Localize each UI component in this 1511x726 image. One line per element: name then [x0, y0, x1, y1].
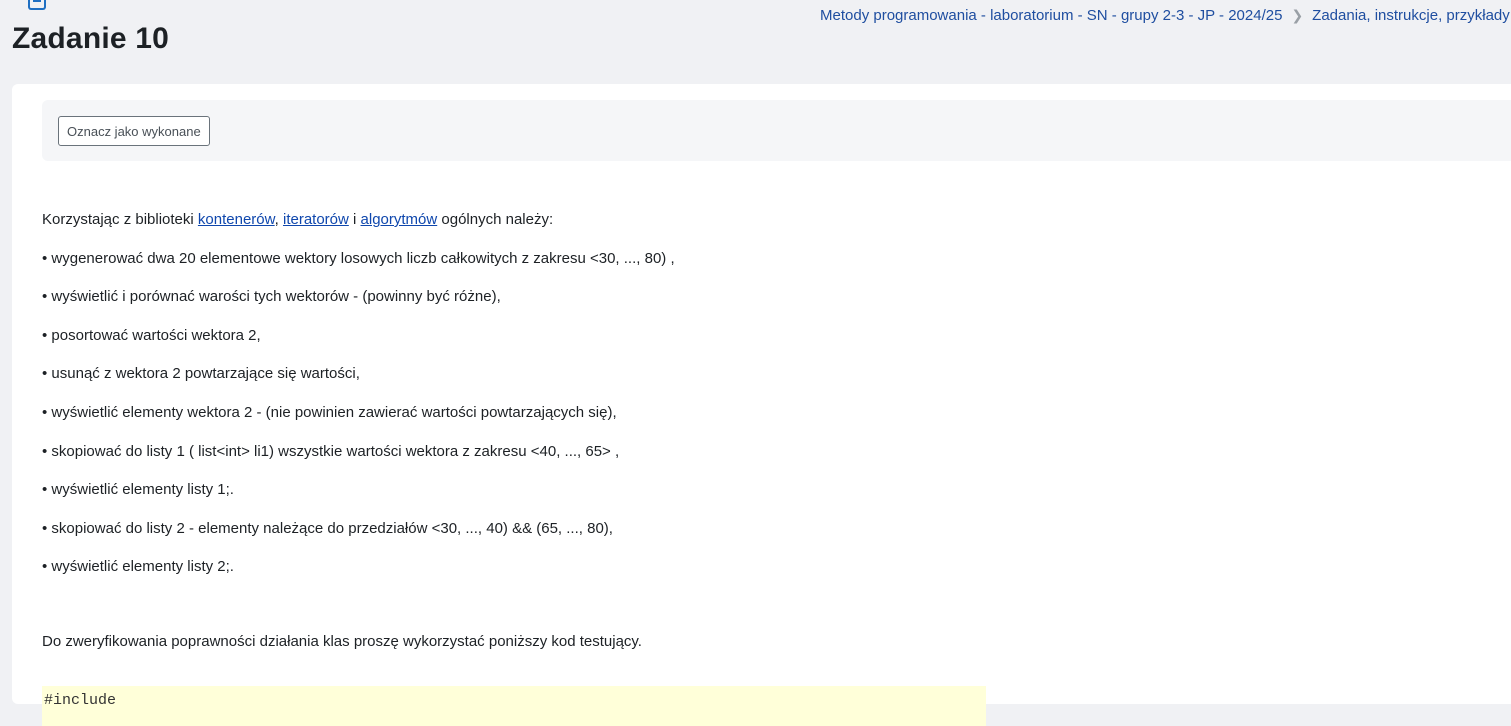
- verification-text: Do zweryfikowania poprawności działania …: [42, 633, 642, 650]
- activity-completion: Oznacz jako wykonane: [42, 100, 1511, 161]
- task-item: • usunąć z wektora 2 powtarzające się wa…: [42, 365, 360, 383]
- task-item: • wyświetlić i porównać warości tych wek…: [42, 288, 501, 306]
- task-item: • skopiować do listy 1 ( list<int> li1) …: [42, 442, 620, 460]
- task-item: • wygenerować dwa 20 elementowe wektory …: [42, 249, 675, 267]
- containers-link[interactable]: kontenerów: [198, 211, 275, 228]
- breadcrumb-section-link[interactable]: Zadania, instrukcje, przykłady: [1312, 7, 1510, 24]
- mark-as-done-button[interactable]: Oznacz jako wykonane: [58, 116, 210, 146]
- task-description: Korzystając z biblioteki kontenerów, ite…: [42, 210, 1142, 596]
- chevron-right-icon: ❯: [1291, 7, 1304, 23]
- breadcrumb-course-link[interactable]: Metody programowania - laboratorium - SN…: [820, 7, 1282, 24]
- task-intro: Korzystając z biblioteki kontenerów, ite…: [42, 211, 554, 228]
- task-item: • wyświetlić elementy listy 1;.: [42, 481, 234, 499]
- content-card: Oznacz jako wykonane Korzystając z bibli…: [12, 84, 1511, 726]
- test-code-block: #include: [42, 686, 986, 726]
- algorithms-link[interactable]: algorytmów: [361, 211, 438, 228]
- page-title: Zadanie 10: [12, 22, 170, 55]
- code-line: #include: [44, 692, 117, 709]
- page-icon: [28, 0, 46, 10]
- task-item: • skopiować do listy 2 - elementy należą…: [42, 519, 613, 537]
- task-item: • wyświetlić elementy wektora 2 - (nie p…: [42, 403, 617, 421]
- breadcrumb: Metody programowania - laboratorium - SN…: [820, 7, 1511, 24]
- task-item: • posortować wartości wektora 2,: [42, 326, 261, 344]
- iterators-link[interactable]: iteratorów: [283, 211, 349, 228]
- task-item: • wyświetlić elementy listy 2;.: [42, 558, 234, 576]
